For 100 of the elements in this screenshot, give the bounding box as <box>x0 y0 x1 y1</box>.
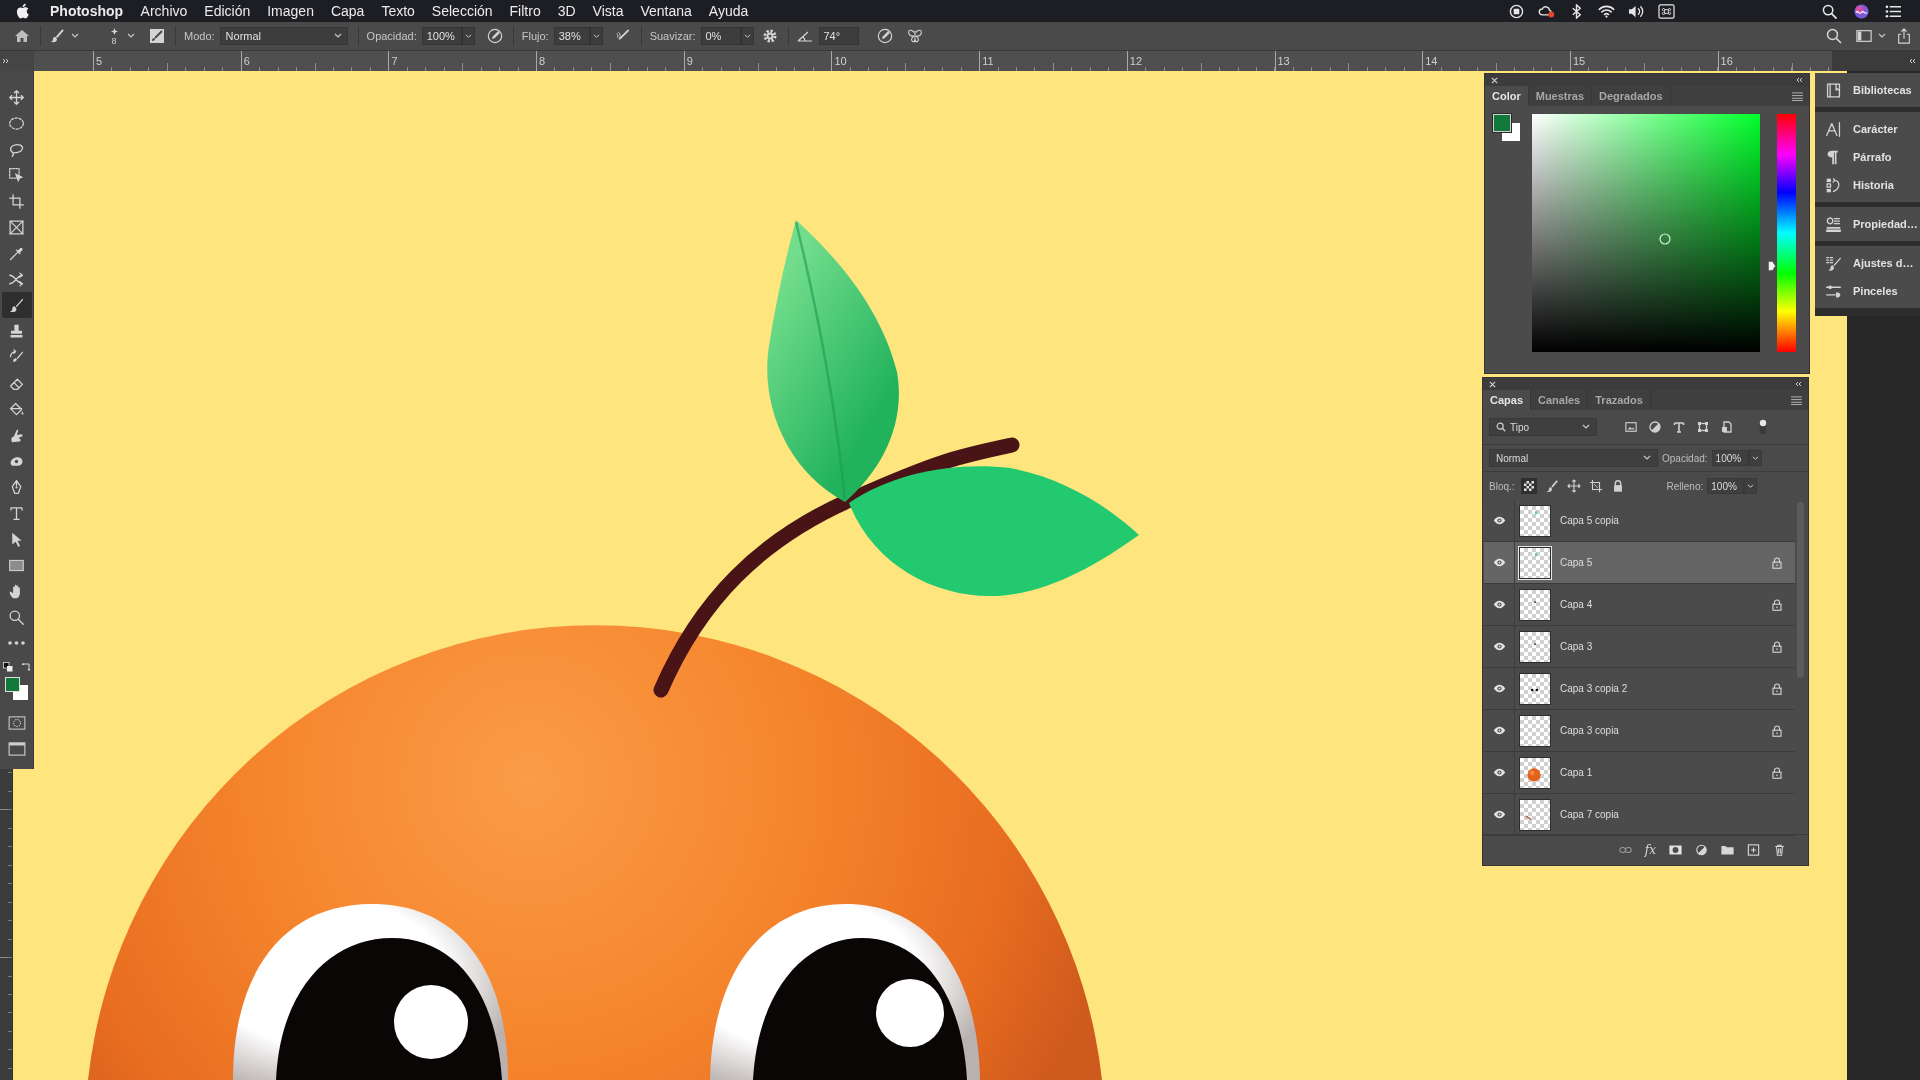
hue-slider[interactable] <box>1766 114 1796 352</box>
foreground-swatch[interactable] <box>4 677 20 692</box>
command-key-icon[interactable] <box>1658 3 1675 19</box>
brush-preset-picker[interactable]: 8 <box>107 26 121 46</box>
opacity-field[interactable]: 100% <box>421 27 462 45</box>
orb-icon[interactable] <box>1853 3 1870 19</box>
mode-dropdown[interactable]: Normal <box>219 27 348 45</box>
move-icon[interactable] <box>1566 479 1581 493</box>
panel-tab[interactable]: Trazados <box>1588 390 1651 410</box>
transform-icon[interactable] <box>1697 421 1709 433</box>
menu-item[interactable]: Selección <box>423 3 502 19</box>
image-icon[interactable] <box>1625 421 1637 433</box>
layer-row[interactable]: Capa 4 <box>1484 584 1795 626</box>
close-icon[interactable] <box>1489 380 1496 388</box>
cloud-icon[interactable] <box>1538 3 1555 19</box>
opacity-field[interactable]: 100% <box>1711 450 1749 466</box>
swap-arrow-icon[interactable] <box>20 662 31 672</box>
collapse-icon[interactable] <box>1908 58 1916 64</box>
panel-tab[interactable]: Color <box>1485 86 1529 106</box>
brush-panel-icon[interactable] <box>149 28 165 44</box>
pen-circle-icon[interactable] <box>486 28 503 44</box>
tool-button[interactable] <box>1 292 32 318</box>
eye-icon[interactable] <box>1492 726 1506 735</box>
eye-icon[interactable] <box>1492 600 1506 609</box>
caret-icon[interactable] <box>1878 33 1886 39</box>
menu-item[interactable]: Filtro <box>501 3 550 19</box>
panel-tab[interactable]: Canales <box>1531 390 1589 410</box>
menu-icon[interactable] <box>1791 396 1802 405</box>
menu-item[interactable]: Ayuda <box>700 3 757 19</box>
layer-row[interactable]: Capa 5 copia <box>1484 500 1795 542</box>
link-icon[interactable] <box>1618 844 1632 856</box>
smoothing-field[interactable]: 0% <box>700 27 741 45</box>
menu-item[interactable]: Capa <box>322 3 373 19</box>
eye-icon[interactable] <box>1492 558 1506 567</box>
layer-row[interactable]: Capa 1 <box>1484 752 1795 794</box>
dock-item[interactable]: Párrafo <box>1815 143 1920 171</box>
collapse-icon[interactable] <box>1795 77 1803 83</box>
brush-icon[interactable] <box>49 28 65 44</box>
search-icon[interactable] <box>1821 3 1838 19</box>
fill-field[interactable]: 100% <box>1707 478 1745 494</box>
trash-icon[interactable] <box>1773 844 1786 856</box>
butterfly-icon[interactable] <box>906 28 923 44</box>
dock-item[interactable]: Ajustes d… <box>1815 249 1920 277</box>
quick-mask-icon[interactable] <box>7 716 26 730</box>
menu-item[interactable]: Ventana <box>631 3 701 19</box>
caret-icon[interactable] <box>127 33 135 39</box>
menu-item[interactable]: Texto <box>372 3 424 19</box>
dock-item[interactable]: Historia <box>1815 171 1920 199</box>
menu-item[interactable]: Vista <box>584 3 632 19</box>
checkerboard-icon[interactable] <box>1520 478 1537 494</box>
screen-mode-icon[interactable] <box>7 742 26 756</box>
layer-row[interactable]: Capa 3 <box>1484 626 1795 668</box>
collapse-icon[interactable] <box>1794 381 1802 387</box>
dock-item[interactable]: Pinceles <box>1815 277 1920 305</box>
wifi-icon[interactable] <box>1598 3 1615 19</box>
caret-icon[interactable] <box>71 33 79 39</box>
artboard-icon[interactable] <box>1588 479 1603 493</box>
menu-item[interactable]: Archivo <box>132 3 196 19</box>
foreground-swatch[interactable] <box>1493 114 1511 132</box>
effects-button[interactable]: fx <box>1644 843 1656 857</box>
color-field[interactable] <box>1532 114 1760 352</box>
layer-row[interactable]: Capa 7 copia <box>1484 794 1795 836</box>
home-icon[interactable] <box>14 28 30 44</box>
list-icon[interactable] <box>1885 3 1902 19</box>
angle-field[interactable]: 74° <box>818 27 859 45</box>
eye-icon[interactable] <box>1492 516 1506 525</box>
search-icon[interactable] <box>1826 28 1842 44</box>
app-menu[interactable]: Photoshop <box>50 3 124 19</box>
menu-item[interactable]: Imagen <box>258 3 323 19</box>
dock-item[interactable]: Carácter <box>1815 115 1920 143</box>
type-icon[interactable] <box>1673 421 1685 433</box>
close-icon[interactable] <box>1491 76 1498 84</box>
filter-dropdown[interactable]: Tipo <box>1489 418 1597 436</box>
panel-tab[interactable]: Degradados <box>1592 86 1671 106</box>
panel-tab[interactable]: Muestras <box>1528 86 1593 106</box>
layer-row[interactable]: Capa 3 copia <box>1484 710 1795 752</box>
volume-icon[interactable] <box>1628 3 1645 19</box>
half-circle-icon[interactable] <box>1695 844 1708 856</box>
half-circle-icon[interactable] <box>1649 421 1661 433</box>
folder-icon[interactable] <box>1721 844 1734 856</box>
eye-icon[interactable] <box>1492 810 1506 819</box>
menu-icon[interactable] <box>1792 92 1803 101</box>
brush-icon[interactable] <box>1544 479 1559 493</box>
flow-field[interactable]: 38% <box>553 27 590 45</box>
panel-layout-icon[interactable] <box>1856 28 1872 44</box>
settings-icon[interactable] <box>761 28 778 44</box>
eye-icon[interactable] <box>1492 684 1506 693</box>
mask-icon[interactable] <box>1669 844 1682 856</box>
menu-item[interactable]: Edición <box>195 3 259 19</box>
expand-icon[interactable] <box>2 58 10 64</box>
eye-icon[interactable] <box>1492 642 1506 651</box>
default-colors-icon[interactable] <box>2 662 13 672</box>
fill-dropdown[interactable] <box>1744 478 1758 494</box>
share-icon[interactable] <box>1896 28 1912 44</box>
layer-row[interactable]: Capa 5 <box>1484 542 1795 584</box>
filter-toggle[interactable] <box>1759 419 1767 435</box>
stop-circle-icon[interactable] <box>1508 3 1525 19</box>
document-icon[interactable] <box>1721 421 1733 433</box>
apple-icon[interactable] <box>16 3 30 19</box>
layer-row[interactable]: Capa 3 copia 2 <box>1484 668 1795 710</box>
